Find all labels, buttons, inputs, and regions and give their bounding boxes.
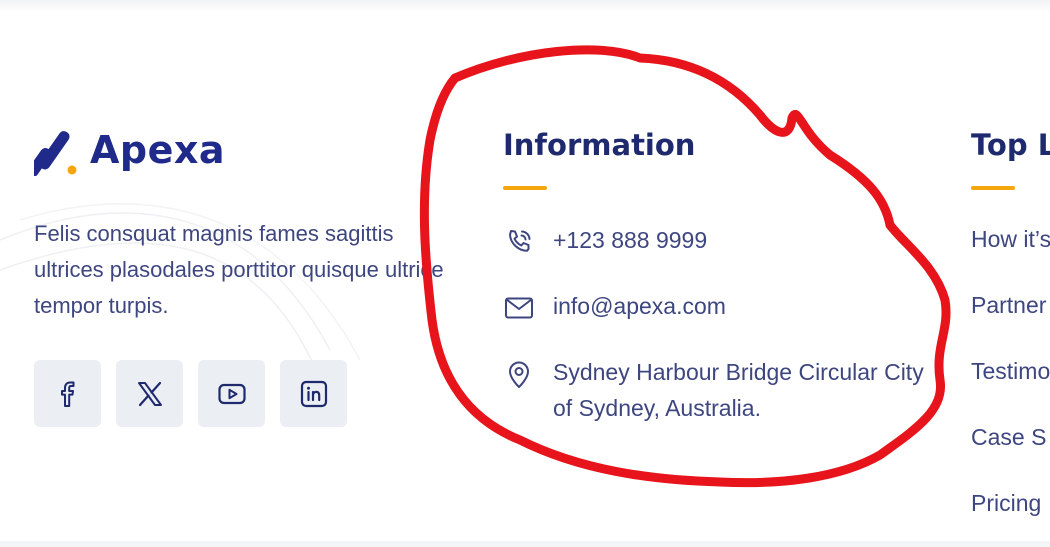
phone-link[interactable]: +123 888 9999 (503, 222, 707, 258)
brand-name: Apexa (90, 128, 226, 172)
social-links (34, 360, 347, 427)
about-text: Felis consquat magnis fames sagittis ult… (34, 221, 444, 318)
top-link-item[interactable]: How it’s (971, 226, 1050, 253)
facebook-button[interactable] (34, 360, 101, 427)
linkedin-icon (300, 380, 327, 407)
information-heading: Information (503, 128, 696, 162)
heading-underline (503, 186, 547, 190)
bottom-divider (0, 541, 1050, 547)
location-pin-icon (503, 358, 535, 390)
x-twitter-icon (137, 381, 162, 406)
top-link-item[interactable]: Partner (971, 292, 1046, 319)
apexa-logo-mark-icon (34, 131, 77, 176)
youtube-button[interactable] (198, 360, 265, 427)
linkedin-button[interactable] (280, 360, 347, 427)
brand-logo[interactable]: Apexa (34, 124, 225, 176)
address-text: Sydney Harbour Bridge Circular City of S… (553, 359, 924, 421)
heading-underline (971, 186, 1015, 190)
x-twitter-button[interactable] (116, 360, 183, 427)
top-links-heading: Top L (971, 128, 1050, 162)
top-link-item[interactable]: Case S (971, 424, 1046, 451)
top-link-item[interactable]: Pricing (971, 490, 1041, 517)
address-item: Sydney Harbour Bridge Circular City of S… (503, 354, 933, 426)
phone-number: +123 888 9999 (553, 227, 708, 253)
top-link-item[interactable]: Testimo (971, 358, 1050, 385)
phone-icon (503, 226, 535, 258)
mail-icon (503, 292, 535, 324)
facebook-icon (60, 381, 74, 407)
youtube-icon (217, 383, 246, 404)
email-link[interactable]: info@apexa.com (503, 288, 726, 324)
top-divider (0, 0, 1050, 12)
email-address: info@apexa.com (553, 293, 726, 319)
